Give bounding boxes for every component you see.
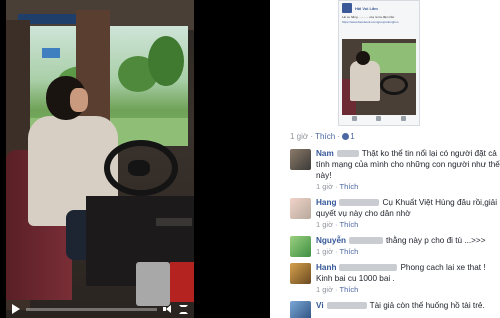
play-icon[interactable] — [12, 304, 20, 314]
comment-item: Vi Tài giả còn thế huống hồ tài trẻ. — [290, 300, 500, 318]
comment-text: Tài giả còn thế huống hồ tài trẻ. — [369, 301, 485, 310]
comment-author[interactable]: Hang — [316, 198, 336, 207]
red-panel — [170, 262, 194, 302]
video-player[interactable] — [6, 0, 194, 318]
comment-like-button[interactable]: Thích — [340, 182, 359, 191]
blue-sticker — [42, 48, 60, 58]
comment-time[interactable]: 1 giờ — [316, 247, 333, 256]
comment-item: Hang Cụ Khuất Việt Hùng đâu rồi,giải quyế… — [290, 197, 500, 229]
driver-face — [70, 88, 88, 112]
redacted-name — [349, 237, 384, 244]
comment-like-button[interactable]: Thích — [340, 285, 359, 294]
post-like-button[interactable]: Thích — [315, 132, 335, 141]
page-name: Hải Vui Lắm — [355, 5, 378, 11]
avatar[interactable] — [290, 263, 311, 284]
post-time[interactable]: 1 giờ — [290, 132, 308, 141]
avatar[interactable] — [290, 236, 311, 257]
volume-icon[interactable] — [163, 305, 173, 313]
comment-item: Nguyễn thằng này p cho đi tù ...>>> 1 giờ… — [290, 235, 500, 257]
comment-like-button[interactable]: Thích — [340, 220, 359, 229]
avatar[interactable] — [290, 198, 311, 219]
comment-author[interactable]: Hanh — [316, 263, 336, 272]
video-progress-bar[interactable] — [26, 307, 157, 311]
page-avatar — [342, 3, 352, 13]
shared-post-preview[interactable]: Hải Vui Lắm Lái xe hãng ............ xóa… — [290, 0, 480, 126]
redacted-name — [326, 302, 367, 309]
comment-author[interactable]: Nguyễn — [316, 236, 346, 245]
radio-slot — [156, 218, 192, 226]
comment-author[interactable]: Vi — [316, 301, 324, 310]
comment-item: Hanh Phong cach lai xe that ! Kinh bai cu… — [290, 262, 500, 294]
comment-time[interactable]: 1 giờ — [316, 182, 333, 191]
video-viewer — [0, 0, 270, 318]
phone-screenshot: Hải Vui Lắm Lái xe hãng ............ xóa… — [338, 0, 420, 126]
comment-item: Nam Thật ko thể tin nổi lại có người đặt … — [290, 148, 500, 191]
comment-time[interactable]: 1 giờ — [316, 220, 333, 229]
steering-hub — [128, 160, 150, 176]
redacted-name — [339, 199, 380, 206]
comment-like-button[interactable]: Thích — [340, 247, 359, 256]
comment-author[interactable]: Nam — [316, 149, 334, 158]
like-icon — [342, 133, 350, 140]
fullscreen-icon[interactable] — [179, 304, 188, 314]
phone-nav-bar — [342, 114, 416, 122]
comment-sidebar: Hải Vui Lắm Lái xe hãng ............ xóa… — [270, 0, 500, 318]
post-meta: 1 giờ · Thích · 1 — [290, 132, 355, 141]
video-controls — [6, 300, 194, 318]
comment-text: thằng này p cho đi tù ...>>> — [386, 236, 486, 245]
shared-video-thumbnail — [342, 39, 416, 115]
shared-link: https://www.facebook.com/groups/tonghon — [342, 19, 399, 24]
avatar[interactable] — [290, 149, 311, 170]
comment-list: Nam Thật ko thể tin nổi lại có người đặt … — [290, 148, 500, 318]
post-like-count[interactable]: 1 — [350, 132, 354, 141]
comment-time[interactable]: 1 giờ — [316, 285, 333, 294]
redacted-name — [336, 150, 359, 157]
avatar[interactable] — [290, 301, 311, 318]
redacted-name — [339, 264, 398, 271]
